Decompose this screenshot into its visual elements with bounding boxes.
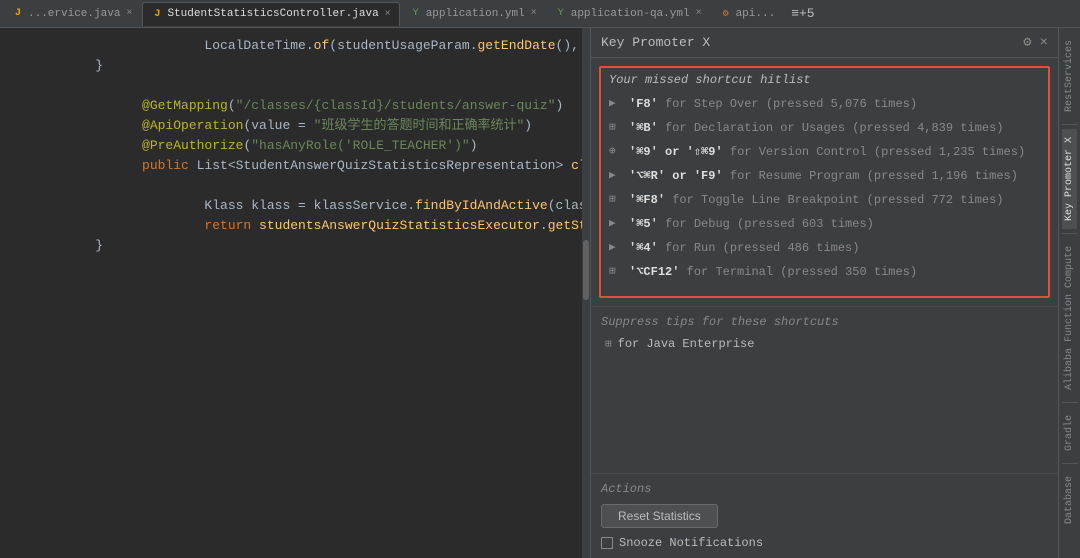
editor-area: LocalDateTime.of(studentUsageParam.getEn… (0, 28, 590, 558)
api-file-icon: ⚙ (720, 8, 732, 20)
tab-close-icon[interactable]: × (385, 9, 391, 20)
suppress-section: Suppress tips for these shortcuts ⊞ for … (591, 306, 1058, 361)
scroll-thumb[interactable] (583, 240, 589, 300)
hitlist-header: Your missed shortcut hitlist (601, 68, 1048, 92)
shortcut-item-cmdb: ⊞ '⌘B' for Declaration or Usages (presse… (601, 116, 1048, 140)
hitlist-section: Your missed shortcut hitlist ▶ 'F8' for … (599, 66, 1050, 298)
shortcut-item-cmdf8: ⊞ '⌘F8' for Toggle Line Breakpoint (pres… (601, 188, 1048, 212)
close-icon[interactable]: × (1040, 35, 1048, 51)
snooze-checkbox[interactable] (601, 537, 613, 549)
tab-label: application-qa.yml (571, 8, 690, 20)
tab-label: StudentStatisticsController.java (167, 8, 378, 20)
gear-icon[interactable]: ⚙ (1023, 34, 1031, 51)
toolwindow-alibaba[interactable]: Alibaba Function Compute (1062, 238, 1077, 398)
tool-separator (1062, 402, 1078, 403)
fade-overlay (601, 280, 1048, 296)
suppress-java-enterprise[interactable]: ⊞ for Java Enterprise (601, 335, 1048, 353)
shortcut-item-debug: ▶ '⌘5' for Debug (pressed 603 times) (601, 212, 1048, 236)
toolwindow-key-promoter[interactable]: Key Promoter X (1062, 129, 1077, 229)
tab-application-yml[interactable]: Y application.yml × (402, 2, 545, 26)
shortcut-item-cmd9: ⊕ '⌘9' or '⇧⌘9' for Version Control (pre… (601, 140, 1048, 164)
declaration-icon: ⊞ (609, 119, 623, 137)
yml-file-icon: Y (555, 8, 567, 20)
tab-application-qa-yml[interactable]: Y application-qa.yml × (547, 2, 710, 26)
java-enterprise-icon: ⊞ (605, 337, 612, 351)
breakpoint-icon: ⊞ (609, 191, 623, 209)
shortcut-item-f8: ▶ 'F8' for Step Over (pressed 5,076 time… (601, 92, 1048, 116)
step-over-icon: ▶ (609, 95, 623, 113)
actions-section: Actions Reset Statistics Snooze Notifica… (591, 473, 1058, 558)
tab-close-icon[interactable]: × (531, 8, 537, 19)
java-file-icon: J (12, 8, 24, 20)
tab-close-icon[interactable]: × (126, 8, 132, 19)
code-content[interactable]: LocalDateTime.of(studentUsageParam.getEn… (0, 28, 590, 558)
actions-label: Actions (601, 482, 1048, 496)
tab-label: application.yml (426, 8, 525, 20)
tab-bar: J ...ervice.java × J StudentStatisticsCo… (0, 0, 1080, 28)
code-line: LocalDateTime.of(studentUsageParam.getEn… (0, 36, 590, 56)
main-area: LocalDateTime.of(studentUsageParam.getEn… (0, 28, 1080, 558)
tab-overflow-label: ≡+5 (791, 6, 814, 21)
version-control-icon: ⊕ (609, 143, 623, 161)
run-icon: ▶ (609, 239, 623, 257)
panel-title: Key Promoter X (601, 35, 1015, 50)
tab-label: ...ervice.java (28, 8, 120, 20)
shortcut-item-run: ▶ '⌘4' for Run (pressed 486 times) (601, 236, 1048, 260)
shortcut-item-terminal: ⊞ '⌥CF12' for Terminal (pressed 350 time… (601, 260, 1048, 284)
right-toolwindows: RestServices Key Promoter X Alibaba Func… (1058, 28, 1080, 558)
toolwindow-database[interactable]: Database (1062, 468, 1077, 532)
debug-icon: ▶ (609, 215, 623, 233)
tool-separator (1062, 463, 1078, 464)
snooze-row: Snooze Notifications (601, 536, 1048, 550)
tab-student-controller[interactable]: J StudentStatisticsController.java × (142, 2, 399, 26)
resume-icon: ▶ (609, 167, 623, 185)
tool-separator (1062, 233, 1078, 234)
tab-overflow[interactable]: ≡+5 (785, 6, 820, 21)
yml-file-icon: Y (410, 8, 422, 20)
shortcut-item-f9: ▶ '⌥⌘R' or 'F9' for Resume Program (pres… (601, 164, 1048, 188)
suppress-label: Suppress tips for these shortcuts (601, 315, 1048, 329)
tool-separator (1062, 124, 1078, 125)
toolwindow-gradle[interactable]: Gradle (1062, 407, 1077, 459)
suppress-item-label: for Java Enterprise (618, 337, 755, 351)
snooze-label: Snooze Notifications (619, 536, 763, 550)
tab-service-java[interactable]: J ...ervice.java × (4, 2, 140, 26)
tab-close-icon[interactable]: × (696, 8, 702, 19)
code-line-method: public List<StudentAnswerQuizStatisticsR… (0, 156, 590, 176)
reset-statistics-button[interactable]: Reset Statistics (601, 504, 718, 528)
scrollbar[interactable] (582, 28, 590, 558)
code-line-return: return studentsAnswerQuizStatisticsExecu… (0, 216, 590, 236)
java-file-icon: J (151, 8, 163, 20)
panel-header: Key Promoter X ⚙ × (591, 28, 1058, 58)
key-promoter-panel: Key Promoter X ⚙ × Your missed shortcut … (590, 28, 1058, 558)
terminal-icon: ⊞ (609, 263, 623, 281)
tab-api[interactable]: ⚙ api... (712, 2, 784, 26)
tab-label: api... (736, 8, 776, 20)
toolwindow-rest-services[interactable]: RestServices (1062, 32, 1077, 120)
panel-body: Your missed shortcut hitlist ▶ 'F8' for … (591, 58, 1058, 558)
